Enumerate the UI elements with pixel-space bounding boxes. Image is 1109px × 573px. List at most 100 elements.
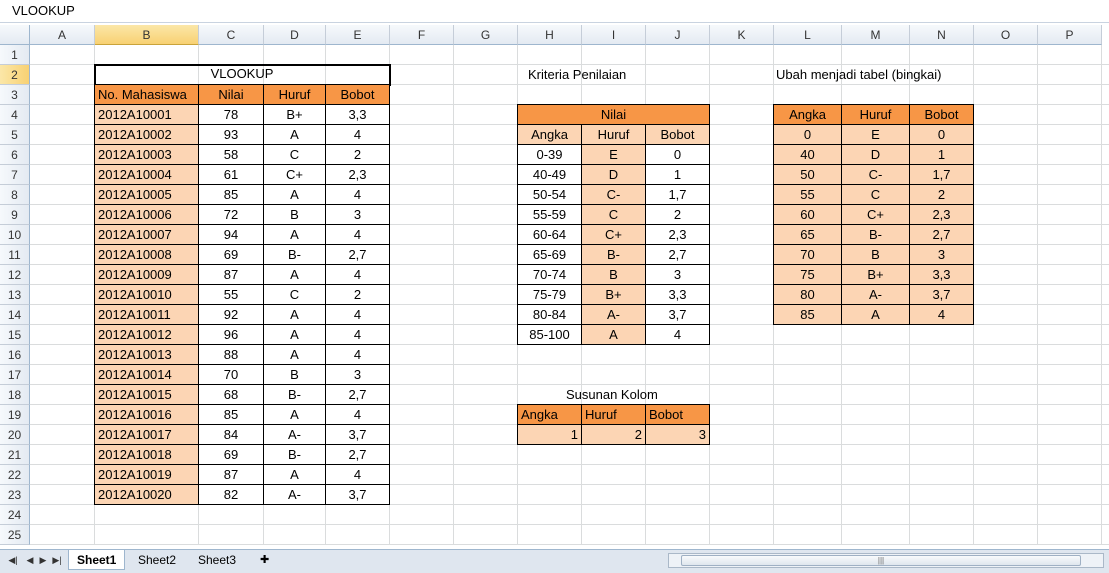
main-table-cell[interactable]: 3,7 — [325, 484, 390, 505]
main-table-cell[interactable]: C+ — [263, 164, 326, 185]
main-table-cell[interactable]: 96 — [198, 324, 264, 345]
tab-sheet2[interactable]: Sheet2 — [130, 550, 184, 570]
main-table-cell[interactable]: 2,3 — [325, 164, 390, 185]
main-table-cell[interactable]: 4 — [325, 404, 390, 425]
main-table-cell[interactable]: A — [263, 464, 326, 485]
bordered-table-cell[interactable]: A- — [841, 284, 910, 305]
row-header-25[interactable]: 25 — [0, 525, 30, 545]
main-table-cell[interactable]: 2012A10020 — [94, 484, 199, 505]
main-table-cell[interactable]: 2012A10009 — [94, 264, 199, 285]
main-table-cell[interactable]: 2012A10008 — [94, 244, 199, 265]
main-table-cell[interactable]: 87 — [198, 464, 264, 485]
criteria-cell[interactable]: 50-54 — [517, 184, 582, 205]
criteria-group-header[interactable]: Nilai — [517, 104, 710, 125]
main-table-cell[interactable]: 2012A10007 — [94, 224, 199, 245]
main-table-cell[interactable]: 4 — [325, 344, 390, 365]
row-header-17[interactable]: 17 — [0, 365, 30, 385]
criteria-cell[interactable]: 2 — [645, 204, 710, 225]
main-table-cell[interactable]: A — [263, 304, 326, 325]
main-table-cell[interactable]: 2,7 — [325, 384, 390, 405]
column-header-d[interactable]: D — [264, 25, 326, 45]
criteria-cell[interactable]: 2,3 — [645, 224, 710, 245]
row-header-11[interactable]: 11 — [0, 245, 30, 265]
criteria-cell[interactable]: 55-59 — [517, 204, 582, 225]
row-header-23[interactable]: 23 — [0, 485, 30, 505]
bordered-table-cell[interactable]: 3,7 — [909, 284, 974, 305]
row-header-7[interactable]: 7 — [0, 165, 30, 185]
column-header-l[interactable]: L — [774, 25, 842, 45]
main-table-cell[interactable]: 2012A10012 — [94, 324, 199, 345]
bordered-table-cell[interactable]: D — [841, 144, 910, 165]
row-header-10[interactable]: 10 — [0, 225, 30, 245]
criteria-cell[interactable]: B+ — [581, 284, 646, 305]
main-table-cell[interactable]: 72 — [198, 204, 264, 225]
bordered-table-cell[interactable]: C+ — [841, 204, 910, 225]
main-table-cell[interactable]: 69 — [198, 244, 264, 265]
main-table-cell[interactable]: 3,7 — [325, 424, 390, 445]
main-table-cell[interactable]: A- — [263, 484, 326, 505]
last-sheet-icon[interactable]: ▶| — [52, 553, 62, 567]
criteria-cell[interactable]: C+ — [581, 224, 646, 245]
bordered-table-cell[interactable]: 75 — [773, 264, 842, 285]
criteria-header[interactable]: Huruf — [581, 124, 646, 145]
row-header-5[interactable]: 5 — [0, 125, 30, 145]
main-table-cell[interactable]: A- — [263, 424, 326, 445]
main-table-cell[interactable]: 2012A10016 — [94, 404, 199, 425]
main-table-cell[interactable]: 2012A10001 — [94, 104, 199, 125]
criteria-cell[interactable]: 3 — [645, 264, 710, 285]
bordered-table-cell[interactable]: C- — [841, 164, 910, 185]
main-table-cell[interactable]: 3 — [325, 204, 390, 225]
main-table-header[interactable]: Huruf — [263, 84, 326, 105]
criteria-cell[interactable]: 0-39 — [517, 144, 582, 165]
criteria-cell[interactable]: E — [581, 144, 646, 165]
column-header-a[interactable]: A — [30, 25, 95, 45]
main-table-cell[interactable]: 2,7 — [325, 444, 390, 465]
criteria-cell[interactable]: 1,7 — [645, 184, 710, 205]
column-header-m[interactable]: M — [842, 25, 910, 45]
row-header-24[interactable]: 24 — [0, 505, 30, 525]
main-table-cell[interactable]: 78 — [198, 104, 264, 125]
bordered-table-header[interactable]: Huruf — [841, 104, 910, 125]
column-order-value[interactable]: 3 — [645, 424, 710, 445]
bordered-table-cell[interactable]: 60 — [773, 204, 842, 225]
main-table-cell[interactable]: B — [263, 204, 326, 225]
main-table-cell[interactable]: 2012A10017 — [94, 424, 199, 445]
bordered-table-cell[interactable]: 55 — [773, 184, 842, 205]
main-table-cell[interactable]: 2012A10010 — [94, 284, 199, 305]
main-table-cell[interactable]: 85 — [198, 184, 264, 205]
main-table-cell[interactable]: 85 — [198, 404, 264, 425]
criteria-cell[interactable]: 2,7 — [645, 244, 710, 265]
main-table-cell[interactable]: 2 — [325, 284, 390, 305]
bordered-table-cell[interactable]: 85 — [773, 304, 842, 325]
row-header-16[interactable]: 16 — [0, 345, 30, 365]
tab-sheet1[interactable]: Sheet1 — [68, 550, 126, 570]
bordered-table-cell[interactable]: 1 — [909, 144, 974, 165]
row-header-14[interactable]: 14 — [0, 305, 30, 325]
main-table-header[interactable]: Bobot — [325, 84, 390, 105]
row-header-15[interactable]: 15 — [0, 325, 30, 345]
main-table-cell[interactable]: 2012A10011 — [94, 304, 199, 325]
criteria-cell[interactable]: 80-84 — [517, 304, 582, 325]
column-header-o[interactable]: O — [974, 25, 1038, 45]
main-table-cell[interactable]: B+ — [263, 104, 326, 125]
main-table-cell[interactable]: 4 — [325, 264, 390, 285]
criteria-cell[interactable]: 1 — [645, 164, 710, 185]
column-header-k[interactable]: K — [710, 25, 774, 45]
main-table-cell[interactable]: 4 — [325, 324, 390, 345]
criteria-cell[interactable]: 75-79 — [517, 284, 582, 305]
main-table-cell[interactable]: B — [263, 364, 326, 385]
prev-sheet-icon[interactable]: ◀ — [25, 553, 35, 567]
criteria-cell[interactable]: 70-74 — [517, 264, 582, 285]
bordered-table-cell[interactable]: 3 — [909, 244, 974, 265]
column-order-header[interactable]: Huruf — [581, 404, 646, 425]
main-table-cell[interactable]: 4 — [325, 304, 390, 325]
column-order-value[interactable]: 1 — [517, 424, 582, 445]
criteria-cell[interactable]: 0 — [645, 144, 710, 165]
main-table-cell[interactable]: 2012A10003 — [94, 144, 199, 165]
main-table-cell[interactable]: 2012A10019 — [94, 464, 199, 485]
main-table-cell[interactable]: 61 — [198, 164, 264, 185]
criteria-cell[interactable]: B- — [581, 244, 646, 265]
select-all-corner[interactable] — [0, 25, 30, 45]
bordered-table-cell[interactable]: E — [841, 124, 910, 145]
criteria-cell[interactable]: 4 — [645, 324, 710, 345]
